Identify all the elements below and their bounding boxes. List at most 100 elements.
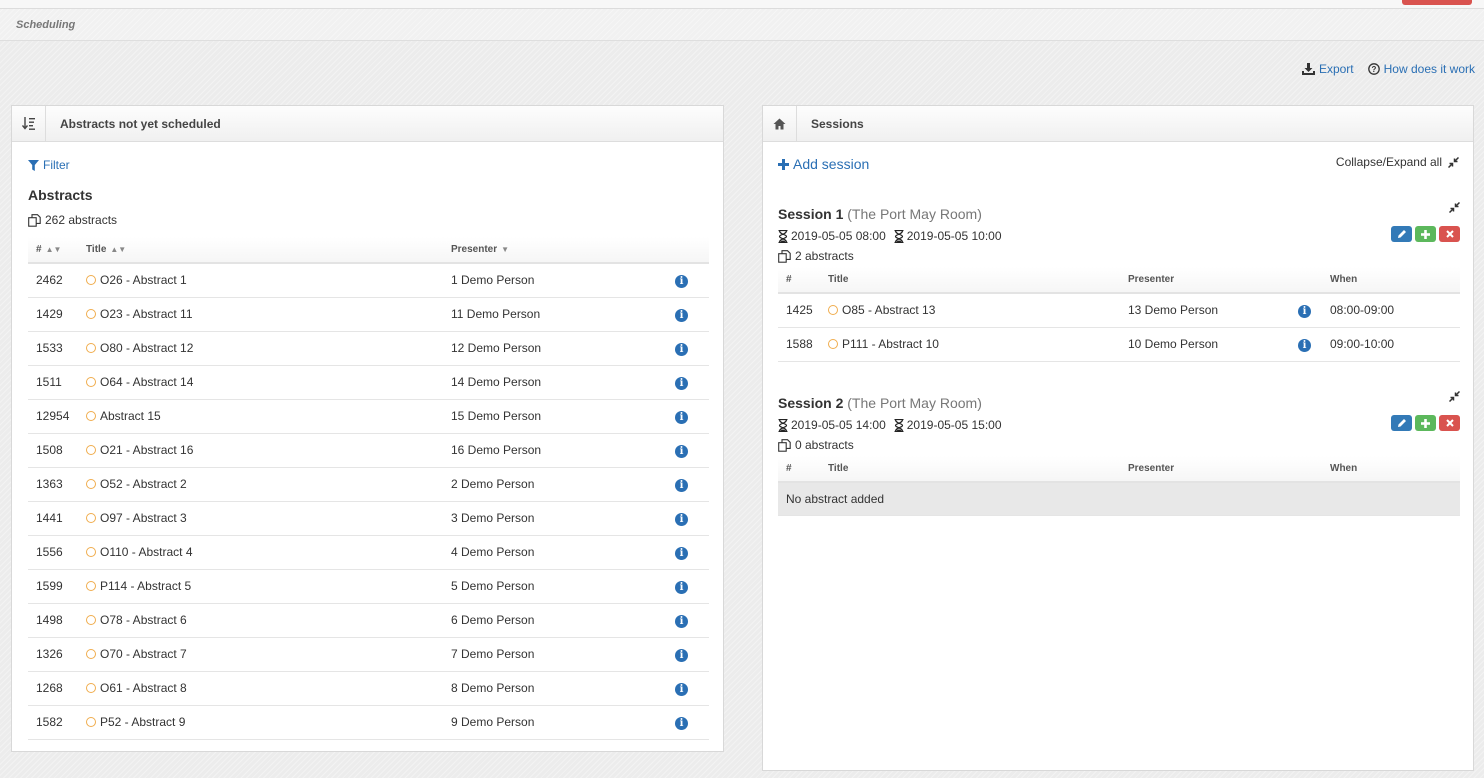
info-icon[interactable]: i — [675, 682, 688, 696]
info-icon[interactable]: i — [675, 716, 688, 730]
abstract-row[interactable]: 1326 O70 - Abstract 7 7 Demo Person i — [28, 637, 709, 672]
abstract-title-cell: O52 - Abstract 2 — [78, 467, 443, 502]
session-abstract-count: 0 abstracts — [778, 438, 854, 452]
info-icon[interactable]: i — [675, 376, 688, 390]
info-icon[interactable]: i — [675, 614, 688, 628]
edit-session-button[interactable] — [1391, 226, 1412, 242]
abstract-title-cell: O26 - Abstract 1 — [78, 263, 443, 298]
pencil-icon — [1397, 230, 1406, 238]
top-red-button[interactable] — [1402, 0, 1472, 5]
session-abstract-row[interactable]: 1588 P111 - Abstract 10 10 Demo Person i 09:… — [778, 327, 1460, 362]
abstract-row[interactable]: 1511 O64 - Abstract 14 14 Demo Person i — [28, 365, 709, 400]
session-times: 2019-05-05 14:00 2019-05-05 15:00 — [778, 418, 1002, 432]
info-icon[interactable]: i — [675, 648, 688, 662]
add-abstract-button[interactable] — [1415, 415, 1436, 431]
abstract-row[interactable]: 1429 O23 - Abstract 11 11 Demo Person i — [28, 297, 709, 332]
abstract-title: O97 - Abstract 3 — [100, 511, 187, 525]
abstract-info-cell: i — [667, 331, 709, 366]
sort-panel-button[interactable] — [12, 106, 46, 141]
export-label: Export — [1318, 62, 1354, 76]
abstract-row[interactable]: 1556 O110 - Abstract 4 4 Demo Person i — [28, 535, 709, 570]
session-start: 2019-05-05 14:00 — [778, 418, 886, 432]
abstract-row[interactable]: 1363 O52 - Abstract 2 2 Demo Person i — [28, 467, 709, 502]
info-icon[interactable]: i — [675, 546, 688, 560]
abstract-row[interactable]: 1599 P114 - Abstract 5 5 Demo Person i — [28, 569, 709, 604]
sort-amount-icon — [21, 116, 35, 130]
session-end: 2019-05-05 10:00 — [894, 229, 1002, 243]
col-num-header[interactable]: # ▲▼ — [28, 237, 78, 264]
col-presenter-header[interactable]: Presenter ▼ — [443, 237, 667, 264]
collapse-expand-all-button[interactable]: Collapse/Expand all — [1336, 155, 1459, 169]
abstract-row[interactable]: 1268 O61 - Abstract 8 8 Demo Person i — [28, 671, 709, 706]
abstract-presenter: 8 Demo Person — [443, 671, 667, 706]
abstract-row[interactable]: 1508 O21 - Abstract 16 16 Demo Person i — [28, 433, 709, 468]
col-info-header — [1290, 267, 1322, 294]
abstract-row[interactable]: 1498 O78 - Abstract 6 6 Demo Person i — [28, 603, 709, 638]
abstract-row[interactable]: 1533 O80 - Abstract 12 12 Demo Person i — [28, 331, 709, 366]
abstract-title: O26 - Abstract 1 — [100, 273, 187, 288]
how-does-it-work-link[interactable]: ? How does it work — [1367, 62, 1475, 76]
col-presenter-header: Presenter — [1120, 267, 1290, 294]
how-label: How does it work — [1383, 62, 1475, 76]
session-abstract-row[interactable]: 1425 O85 - Abstract 13 13 Demo Person i 08:0… — [778, 293, 1460, 328]
filter-link[interactable]: Filter — [28, 158, 70, 172]
abstract-presenter: 4 Demo Person — [443, 535, 667, 570]
status-circle-icon — [86, 309, 96, 319]
abstracts-table-body: 2462 O26 - Abstract 1 1 Demo Person i 1429 O2… — [28, 263, 709, 740]
info-icon[interactable]: i — [675, 444, 688, 458]
filter-icon — [28, 159, 39, 171]
abstract-info-cell: i — [667, 569, 709, 604]
empty-session-row: No abstract added — [778, 482, 1460, 516]
info-icon[interactable]: i — [675, 580, 688, 594]
status-circle-icon — [828, 339, 838, 349]
status-circle-icon — [86, 445, 96, 455]
session-abstract-title: O85 - Abstract 13 — [842, 303, 936, 318]
info-icon[interactable]: i — [675, 512, 688, 526]
abstract-title: O110 - Abstract 4 — [100, 545, 193, 559]
sessions-panel-header: Sessions — [763, 106, 1473, 142]
abstract-title-cell: O97 - Abstract 3 — [78, 501, 443, 536]
info-icon[interactable]: i — [675, 478, 688, 492]
info-icon[interactable]: i — [1298, 304, 1311, 318]
session-abstract-presenter: 10 Demo Person — [1120, 327, 1290, 362]
abstract-info-cell: i — [667, 705, 709, 740]
abstract-row[interactable]: 2462 O26 - Abstract 1 1 Demo Person i — [28, 263, 709, 298]
status-circle-icon — [828, 305, 838, 316]
session-table-header: # Title Presenter When — [778, 267, 1460, 294]
info-icon[interactable]: i — [675, 274, 688, 288]
session-start-text: 2019-05-05 08:00 — [791, 229, 886, 243]
session-count-label: 2 abstracts — [795, 249, 854, 263]
col-num-header: # — [778, 456, 820, 483]
export-link[interactable]: Export — [1301, 62, 1354, 76]
col-title-header: Title — [820, 456, 1120, 483]
home-button[interactable] — [763, 106, 797, 141]
info-icon[interactable]: i — [675, 342, 688, 356]
session-abstracts-table: # Title Presenter When No abstract added — [778, 456, 1460, 516]
edit-session-button[interactable] — [1391, 415, 1412, 431]
col-title-header[interactable]: Title ▲▼ — [78, 237, 443, 264]
session-collapse-button[interactable] — [1448, 390, 1461, 405]
info-icon[interactable]: i — [675, 410, 688, 424]
empty-session-message: No abstract added — [778, 482, 1460, 516]
abstracts-heading: Abstracts — [28, 187, 93, 203]
session-name: Session 1 — [778, 206, 844, 222]
abstract-id: 1533 — [28, 331, 78, 366]
info-icon[interactable]: i — [1298, 338, 1311, 352]
abstract-row[interactable]: 1441 O97 - Abstract 3 3 Demo Person i — [28, 501, 709, 536]
abstracts-count: 262 abstracts — [28, 213, 117, 227]
add-session-button[interactable]: Add session — [778, 156, 869, 172]
abstract-row[interactable]: 12954 Abstract 15 15 Demo Person i — [28, 399, 709, 434]
session-start-text: 2019-05-05 14:00 — [791, 418, 886, 432]
abstract-title-cell: O21 - Abstract 16 — [78, 433, 443, 468]
delete-session-button[interactable] — [1439, 415, 1460, 431]
add-abstract-button[interactable] — [1415, 226, 1436, 242]
session-actions — [1391, 415, 1460, 431]
compress-icon — [1448, 156, 1459, 168]
session-collapse-button[interactable] — [1448, 201, 1461, 216]
breadcrumb: Scheduling — [0, 9, 1484, 41]
abstract-row[interactable]: 1582 P52 - Abstract 9 9 Demo Person i — [28, 705, 709, 740]
delete-session-button[interactable] — [1439, 226, 1460, 242]
abstract-id: 1268 — [28, 671, 78, 706]
info-icon[interactable]: i — [675, 308, 688, 322]
session-room: (The Port May Room) — [847, 395, 982, 411]
